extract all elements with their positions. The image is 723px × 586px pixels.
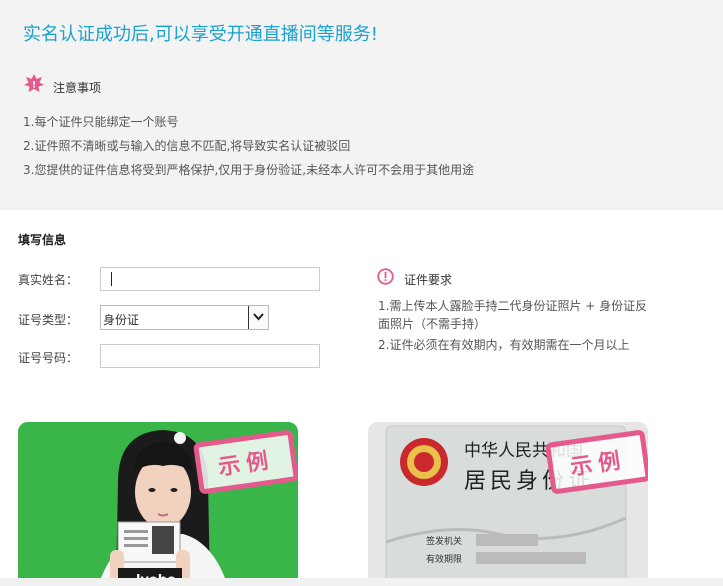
notice-item: 2.证件照不清晰或与输入的信息不匹配,将导致实名认证被驳回 (23, 139, 351, 153)
id-number-label: 证号号码： (18, 351, 79, 365)
id-number-input[interactable] (100, 344, 320, 368)
bottom-bar (0, 578, 723, 586)
alert-circle-icon (377, 268, 394, 285)
notice-item: 3.您提供的证件信息将受到严格保护,仅用于身份验证,未经本人许可不会用于其他用途 (23, 163, 475, 177)
issuing-authority-label: 签发机关 (426, 535, 462, 547)
requirement-item: 1.需上传本人露脸手持二代身份证照片 + 身份证反面照片（不需手持） (378, 299, 648, 331)
notice-section: 实名认证成功后,可以享受开通直播间等服务! ! 注意事项 1.每个证件只能绑定一… (0, 0, 723, 210)
id-type-label: 证号类型： (18, 313, 79, 327)
chevron-down-icon[interactable] (248, 306, 268, 329)
notice-item: 1.每个证件只能绑定一个账号 (23, 115, 179, 129)
form-title: 填写信息 (18, 233, 67, 247)
requirement-item: 2.证件必须在有效期内，有效期需在一个月以上 (378, 338, 630, 352)
id-type-value: 身份证 (103, 313, 140, 327)
validity-label: 有效期限 (426, 553, 462, 565)
requirements-title: 证件要求 (404, 273, 453, 287)
id-type-select[interactable]: 身份证 (100, 305, 269, 330)
page-headline: 实名认证成功后,可以享受开通直播间等服务! (23, 24, 378, 45)
example-photo-id-back: 中华人民共和国 居民身份证 签发机关 有效期限 示例 (368, 422, 648, 586)
example-photo-selfie: lvebo 示例 (18, 422, 298, 586)
real-name-input[interactable] (100, 267, 320, 291)
name-label: 真实姓名： (18, 273, 79, 287)
svg-text:!: ! (32, 81, 36, 91)
text-cursor (111, 272, 112, 286)
notice-title: 注意事项 (53, 81, 102, 95)
warning-burst-icon: ! (24, 74, 44, 92)
